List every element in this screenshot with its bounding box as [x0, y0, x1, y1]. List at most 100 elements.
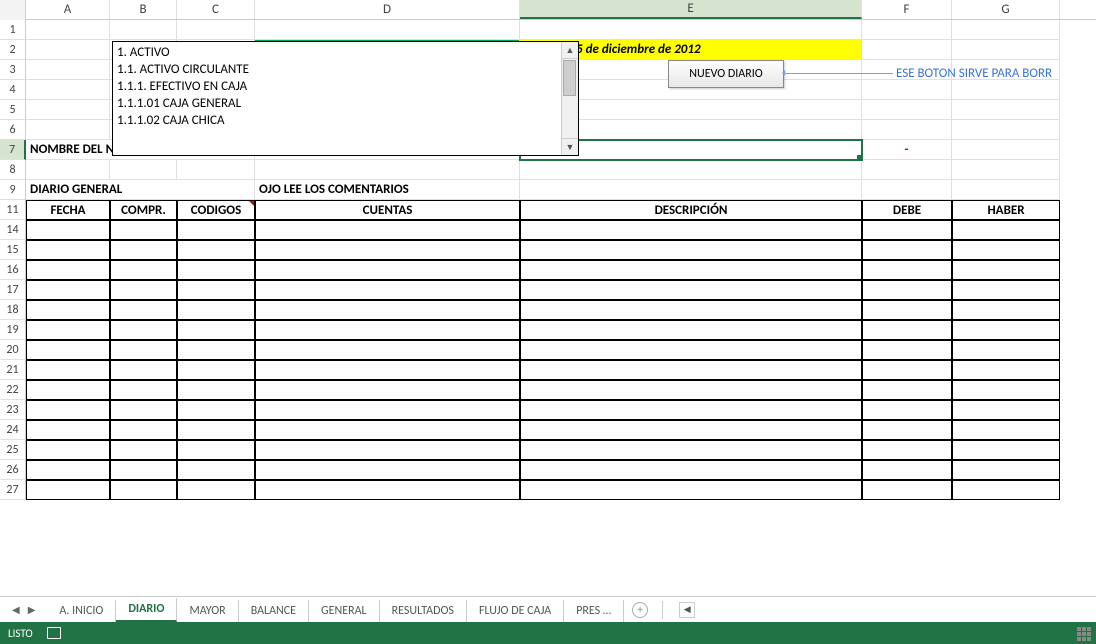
- row-header-14[interactable]: 14: [0, 220, 26, 240]
- row-header-6[interactable]: 6: [0, 120, 26, 140]
- cell-G16[interactable]: [952, 260, 1060, 280]
- tab-nav-prev-icon[interactable]: ◀: [12, 603, 20, 616]
- cell-A18[interactable]: [26, 300, 110, 320]
- cell-B14[interactable]: [110, 220, 177, 240]
- row-header-8[interactable]: 8: [0, 160, 26, 180]
- row-header-21[interactable]: 21: [0, 360, 26, 380]
- scroll-track[interactable]: [562, 97, 578, 138]
- th-descripcion[interactable]: DESCRIPCIÓN: [520, 200, 862, 220]
- scroll-up-icon[interactable]: ▲: [562, 42, 578, 59]
- cell-C20[interactable]: [177, 340, 255, 360]
- cell-G15[interactable]: [952, 240, 1060, 260]
- cell-E21[interactable]: [520, 360, 862, 380]
- row-header-4[interactable]: 4: [0, 80, 26, 100]
- cell-D17[interactable]: [255, 280, 520, 300]
- cell-C22[interactable]: [177, 380, 255, 400]
- row-header-7[interactable]: 7: [0, 140, 26, 160]
- row-header-27[interactable]: 27: [0, 480, 26, 500]
- cell-B19[interactable]: [110, 320, 177, 340]
- row-header-25[interactable]: 25: [0, 440, 26, 460]
- cell-E18[interactable]: [520, 300, 862, 320]
- cell-E9[interactable]: [520, 180, 862, 200]
- cell-C25[interactable]: [177, 440, 255, 460]
- nuevo-diario-button[interactable]: NUEVO DIARIO: [668, 60, 784, 88]
- row-header-9[interactable]: 9: [0, 180, 26, 200]
- th-fecha[interactable]: FECHA: [26, 200, 110, 220]
- col-header-A[interactable]: A: [26, 0, 110, 19]
- col-header-F[interactable]: F: [862, 0, 952, 19]
- cell-G18[interactable]: [952, 300, 1060, 320]
- tab-mayor[interactable]: MAYOR: [177, 600, 238, 622]
- cell-G19[interactable]: [952, 320, 1060, 340]
- hscroll-left-icon[interactable]: ◀: [679, 602, 695, 618]
- col-header-E[interactable]: E: [520, 0, 862, 19]
- cell-B1[interactable]: [110, 20, 177, 40]
- cell-E26[interactable]: [520, 460, 862, 480]
- cell-F4[interactable]: [862, 80, 952, 100]
- cell-C24[interactable]: [177, 420, 255, 440]
- cell-B8[interactable]: [110, 160, 177, 180]
- select-all-corner[interactable]: [0, 0, 26, 20]
- cell-B20[interactable]: [110, 340, 177, 360]
- cell-E20[interactable]: [520, 340, 862, 360]
- cell-A3[interactable]: [26, 60, 110, 80]
- cell-A15[interactable]: [26, 240, 110, 260]
- cell-E19[interactable]: [520, 320, 862, 340]
- cell-F17[interactable]: [862, 280, 952, 300]
- cell-D9-ojo-lee[interactable]: OJO LEE LOS COMENTARIOS: [255, 180, 520, 200]
- cell-C19[interactable]: [177, 320, 255, 340]
- cell-B15[interactable]: [110, 240, 177, 260]
- cell-G22[interactable]: [952, 380, 1060, 400]
- cell-A22[interactable]: [26, 380, 110, 400]
- row-header-20[interactable]: 20: [0, 340, 26, 360]
- cell-C8[interactable]: [177, 160, 255, 180]
- cell-D23[interactable]: [255, 400, 520, 420]
- cell-G23[interactable]: [952, 400, 1060, 420]
- cell-B17[interactable]: [110, 280, 177, 300]
- cell-F2[interactable]: [862, 40, 952, 60]
- add-sheet-button[interactable]: +: [624, 600, 656, 620]
- dropdown-item[interactable]: 1.1. ACTIVO CIRCULANTE: [117, 61, 557, 78]
- cell-A16[interactable]: [26, 260, 110, 280]
- dropdown-scrollbar[interactable]: ▲ ▼: [561, 42, 578, 155]
- cell-E27[interactable]: [520, 480, 862, 500]
- cell-G4[interactable]: [952, 80, 1060, 100]
- cell-G7[interactable]: [952, 140, 1060, 160]
- row-header-22[interactable]: 22: [0, 380, 26, 400]
- cell-A1[interactable]: [26, 20, 110, 40]
- cell-F26[interactable]: [862, 460, 952, 480]
- cell-G8[interactable]: [952, 160, 1060, 180]
- tab-pres[interactable]: PRES …: [564, 600, 624, 622]
- cell-G27[interactable]: [952, 480, 1060, 500]
- row-header-23[interactable]: 23: [0, 400, 26, 420]
- cell-A27[interactable]: [26, 480, 110, 500]
- row-header-5[interactable]: 5: [0, 100, 26, 120]
- cell-B25[interactable]: [110, 440, 177, 460]
- cell-A21[interactable]: [26, 360, 110, 380]
- row-header-24[interactable]: 24: [0, 420, 26, 440]
- cell-G25[interactable]: [952, 440, 1060, 460]
- row-header-17[interactable]: 17: [0, 280, 26, 300]
- cell-B27[interactable]: [110, 480, 177, 500]
- cell-A5[interactable]: [26, 100, 110, 120]
- cell-D16[interactable]: [255, 260, 520, 280]
- th-codigos[interactable]: CODIGOS: [177, 200, 255, 220]
- row-header-16[interactable]: 16: [0, 260, 26, 280]
- cell-A8[interactable]: [26, 160, 110, 180]
- cell-C21[interactable]: [177, 360, 255, 380]
- cell-D26[interactable]: [255, 460, 520, 480]
- row-header-3[interactable]: 3: [0, 60, 26, 80]
- cell-E1[interactable]: [520, 20, 862, 40]
- tab-nav-next-icon[interactable]: ▶: [28, 603, 36, 616]
- row-header-19[interactable]: 19: [0, 320, 26, 340]
- cell-E24[interactable]: [520, 420, 862, 440]
- dropdown-item[interactable]: 1. ACTIVO: [117, 44, 557, 61]
- tab-inicio[interactable]: A. INICIO: [47, 600, 116, 622]
- cell-F25[interactable]: [862, 440, 952, 460]
- row-header-26[interactable]: 26: [0, 460, 26, 480]
- cell-E14[interactable]: [520, 220, 862, 240]
- tab-flujo-caja[interactable]: FLUJO DE CAJA: [467, 600, 564, 622]
- cell-F21[interactable]: [862, 360, 952, 380]
- cell-D25[interactable]: [255, 440, 520, 460]
- cell-F19[interactable]: [862, 320, 952, 340]
